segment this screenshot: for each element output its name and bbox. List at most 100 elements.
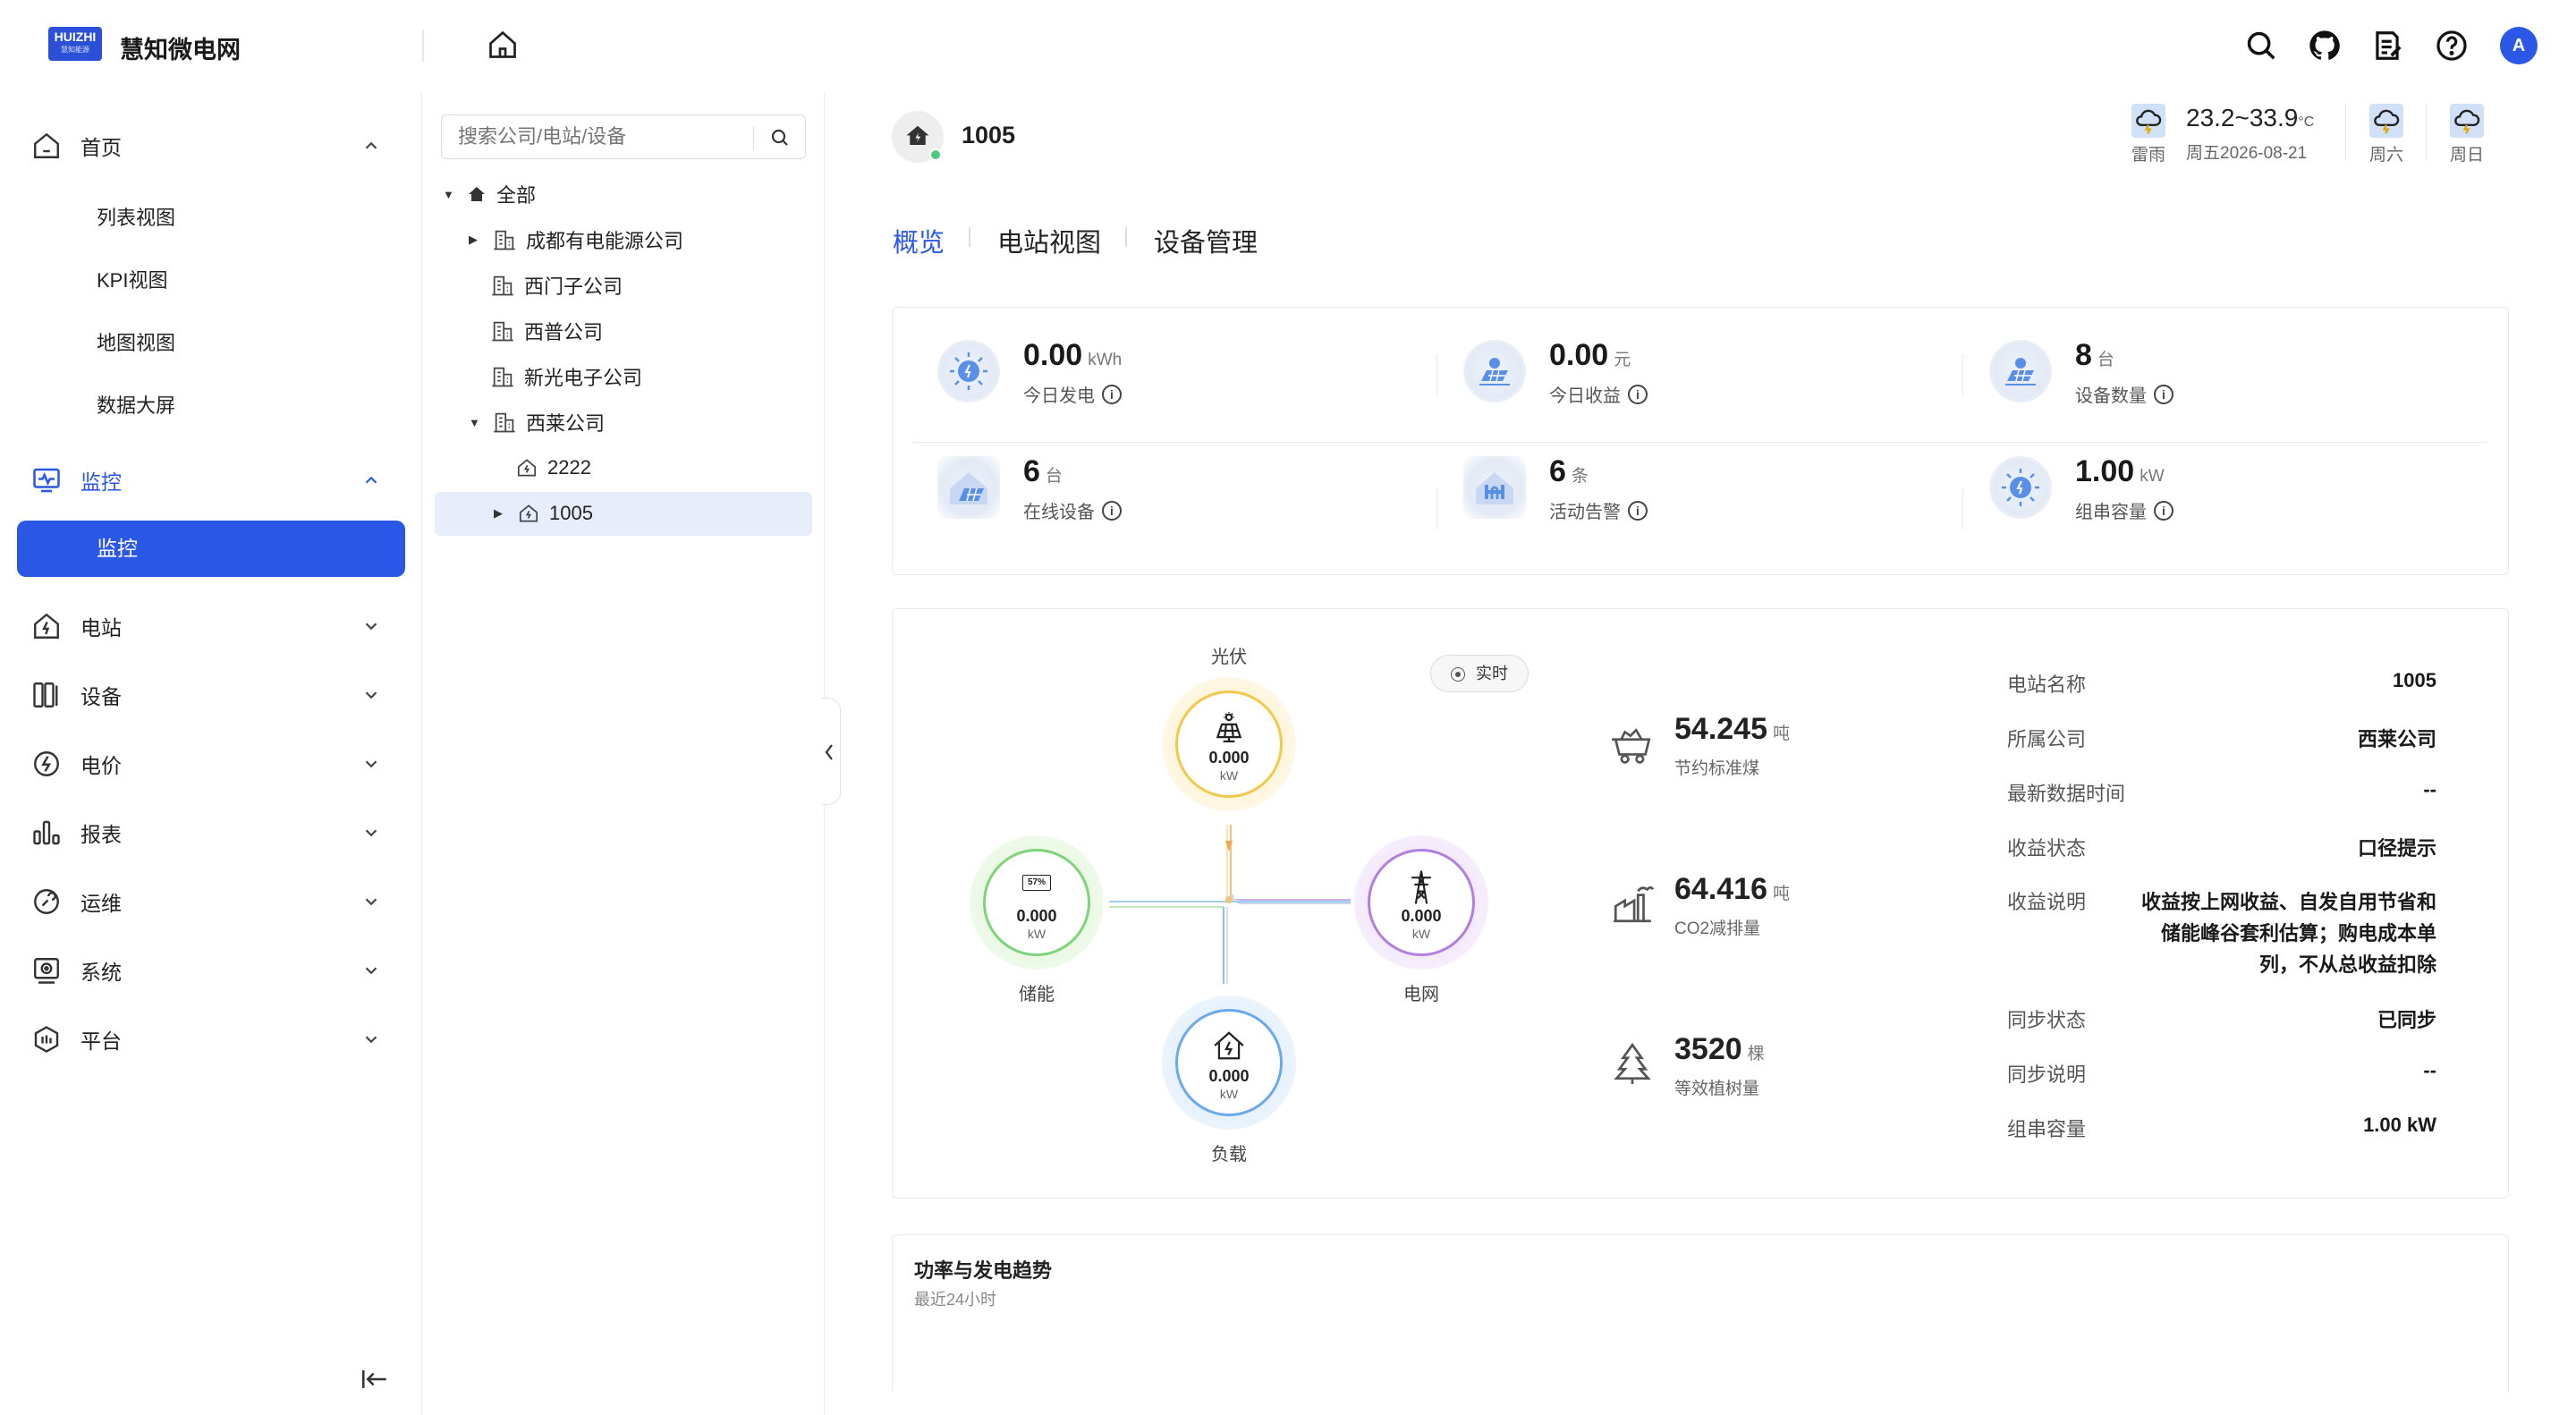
tree-search-input[interactable] [458,124,744,149]
submenu-monitor-active[interactable]: 监控 [17,521,405,577]
search-icon[interactable] [2244,29,2278,63]
detail-revenue-desc-line: 储能峰谷套利估算；购电成本单 [2160,922,2436,945]
stat-unit: 条 [1571,467,1589,486]
stat-label: 在线设备 [1023,503,1095,522]
note-icon[interactable] [2370,29,2404,63]
trend-card: 功率与发电趋势 最近24小时 [892,1234,2509,1415]
menu-price-label: 电价 [80,754,122,777]
chevron-down-icon [361,892,381,911]
system-icon [30,954,63,987]
solar-panel-icon [1216,712,1242,742]
tree-node-station-selected[interactable]: ▶ 1005 [494,492,593,535]
info-icon[interactable]: i [1102,500,1122,521]
tree-node-company[interactable]: ▶ 成都有电能源公司 [469,218,683,261]
home-filled-icon [469,187,485,201]
battery-icon: 57% [1022,875,1051,891]
stat-online-devices: 6台 在线设备 i [937,451,1206,522]
menu-device[interactable]: 设备 [18,668,404,722]
tree-node-label: 西莱公司 [526,412,606,435]
tree-node-root[interactable]: ▼ 全部 [443,173,536,216]
load-node[interactable]: 0.000 kW [1162,996,1296,1130]
info-icon[interactable]: i [1102,384,1122,404]
load-power-value: 0.000 [1208,1067,1250,1085]
submenu-map-view[interactable]: 地图视图 [97,327,175,356]
detail-revenue-desc-line: 列，不从总收益扣除 [2258,953,2436,976]
menu-monitor-label: 监控 [80,470,122,494]
weather-temp-unit: °C [2298,114,2315,130]
grid-node[interactable]: 0.000 kW [1354,835,1488,970]
grid-power-unit: kW [1411,927,1431,941]
detail-key: 同步状态 [2007,1009,2087,1031]
menu-station[interactable]: 电站 [18,599,404,653]
menu-platform[interactable]: 平台 [18,1013,404,1066]
info-icon[interactable]: i [1628,500,1648,521]
eco-label: CO2减排量 [1674,919,1761,938]
detail-key: 所属公司 [2007,728,2087,750]
stat-unit: kW [2140,467,2165,486]
submenu-list-view[interactable]: 列表视图 [97,202,175,231]
tree-node-company[interactable]: 西普公司 [490,309,603,352]
home-icon[interactable] [487,29,519,61]
tree-node-company[interactable]: 西门子公司 [490,264,623,307]
stat-value: 0.00 [1549,338,1609,372]
tree-node-label: 新光电子公司 [524,367,643,389]
eco-label: 节约标准煤 [1674,759,1760,778]
trend-title: 功率与发电趋势 [914,1259,1053,1282]
weather-temp: 23.2~33.9°C [2186,104,2314,132]
chevron-down-icon [361,754,381,774]
tree-node-station[interactable]: 2222 [515,446,591,489]
coal-cart-icon [1610,724,1655,766]
search-icon[interactable] [769,127,791,148]
thunderstorm-icon [2450,104,2484,138]
help-icon[interactable] [2435,29,2469,63]
alarm-house-icon [1463,456,1526,519]
user-avatar[interactable]: A [2500,27,2538,64]
solar-panel-icon [1463,340,1526,402]
detail-key: 电站名称 [2007,674,2087,696]
caret-down-icon: ▼ [469,415,480,429]
solar-panel-icon [1989,340,2052,402]
tab-overview[interactable]: 概览 [893,222,945,259]
pv-node[interactable]: 0.000 kW [1162,677,1296,811]
stat-unit: 台 [2097,351,2114,369]
tab-device-management[interactable]: 设备管理 [1154,222,1258,259]
tree-search-box[interactable] [441,114,806,159]
tree-node-company[interactable]: ▼ 西莱公司 [469,401,605,444]
menu-system[interactable]: 系统 [18,944,404,997]
github-icon[interactable] [2308,29,2342,63]
stat-unit: 台 [1045,467,1063,486]
page-bottom-mask [825,1391,2576,1415]
tree-node-company[interactable]: 新光电子公司 [490,355,642,398]
info-icon[interactable]: i [2154,384,2174,404]
building-icon [492,367,513,387]
monitor-icon [30,464,63,496]
collapse-tree-handle[interactable] [821,698,841,805]
storage-power-unit: kW [1027,927,1046,941]
thunderstorm-icon [2369,104,2403,138]
submenu-big-screen[interactable]: 数据大屏 [97,390,175,419]
station-icon [30,610,63,642]
brand-logo[interactable]: HUIZHI 慧知能源 [48,27,102,61]
detail-key: 收益说明 [2007,891,2087,913]
tab-station-view[interactable]: 电站视图 [997,222,1101,259]
menu-report[interactable]: 报表 [18,806,404,860]
detail-revenue-desc-line: 收益按上网收益、自发自用节省和 [2140,891,2436,913]
stat-unit: 元 [1614,351,1631,369]
realtime-toggle[interactable]: 实时 [1430,655,1529,692]
submenu-kpi-view[interactable]: KPI视图 [97,265,167,293]
stat-label: 今日发电 [1023,386,1095,406]
menu-price[interactable]: 电价 [18,737,404,791]
caret-right-icon: ▶ [494,506,503,520]
building-icon [494,412,515,433]
menu-monitor[interactable]: 监控 [18,453,404,507]
stats-divider [912,442,2488,443]
info-icon[interactable]: i [1628,384,1648,404]
menu-home[interactable]: 首页 [18,119,404,173]
chevron-left-icon [825,744,833,760]
radio-dot-icon [1451,667,1465,682]
pv-power-unit: kW [1219,768,1239,783]
collapse-sidebar-icon[interactable] [360,1366,390,1393]
menu-maintenance[interactable]: 运维 [18,875,404,928]
storage-node[interactable]: 57% 0.000 kW [970,835,1104,970]
info-icon[interactable]: i [2154,500,2174,521]
